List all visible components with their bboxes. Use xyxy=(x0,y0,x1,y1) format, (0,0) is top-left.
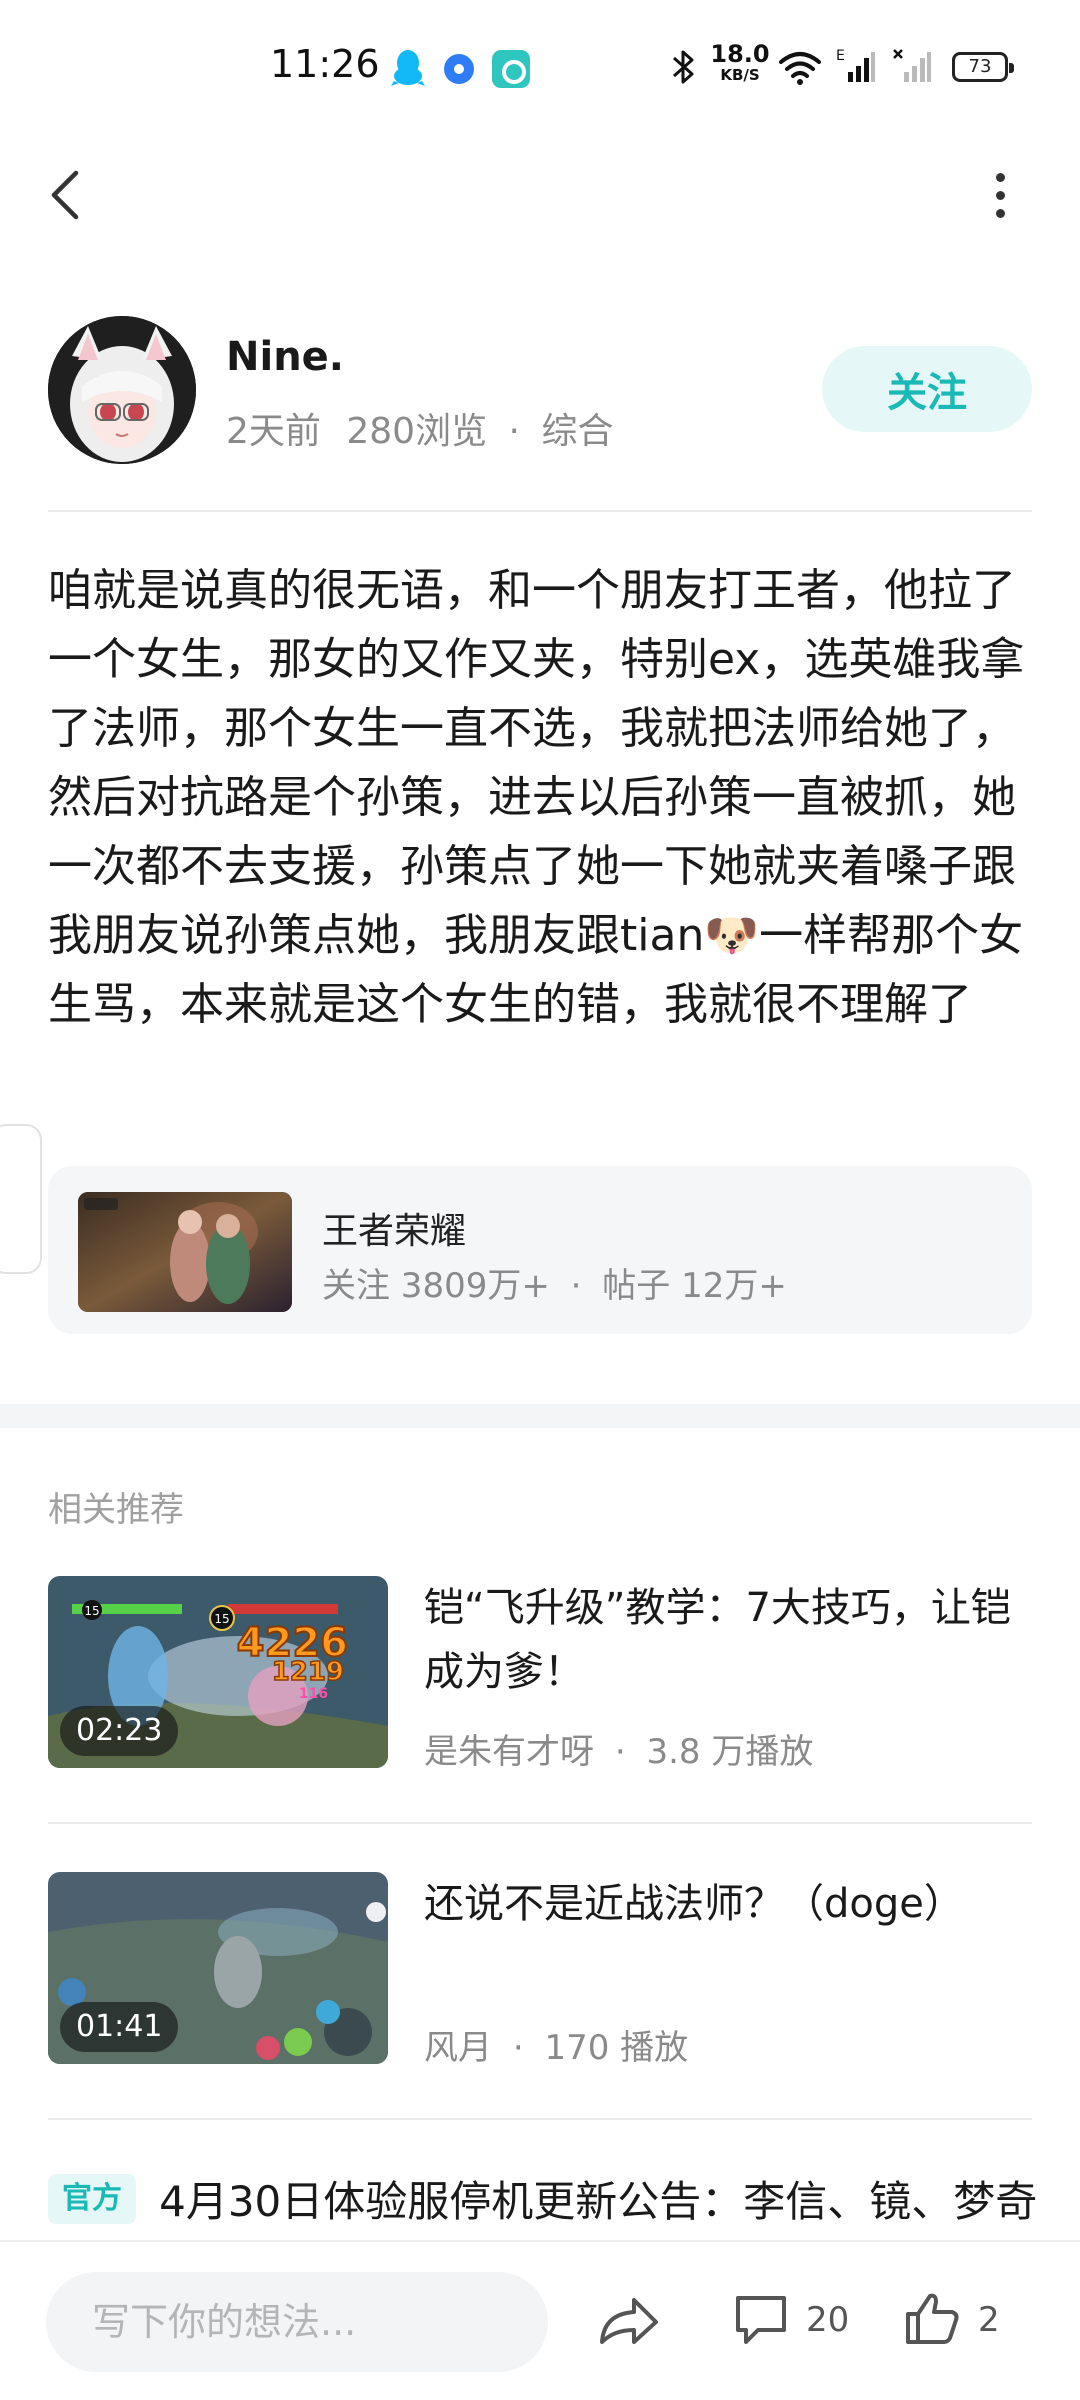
signal-icon: E xyxy=(836,48,875,82)
svg-text:1219: 1219 xyxy=(272,1657,344,1687)
qq-icon xyxy=(391,50,425,86)
back-button[interactable] xyxy=(40,160,90,230)
battery-icon: 73 xyxy=(952,52,1014,82)
comment-icon xyxy=(736,2296,786,2344)
post-content: 咱就是说真的很无语，和一个朋友打王者，他拉了一个女生，那女的又作又夹，特别ex，… xyxy=(48,565,1025,1030)
post-category[interactable]: 综合 xyxy=(541,411,613,452)
official-announcement[interactable]: 官方 4月30日体验服停机更新公告：李信、镜、梦奇 xyxy=(48,2168,1058,2232)
video-item[interactable]: 01:41 还说不是近战法师？（doge） 风月 · 170 播放 xyxy=(48,1872,1032,2068)
more-vertical-icon xyxy=(995,172,1005,182)
video-author: 风月 xyxy=(424,2028,492,2068)
share-icon xyxy=(600,2298,658,2344)
no-signal-icon xyxy=(893,49,931,82)
like-button[interactable]: 2 xyxy=(902,2282,1032,2358)
post-views: 280浏览 xyxy=(346,411,488,452)
video-author: 是朱有才呀 xyxy=(424,1732,594,1772)
status-time: 11:26 xyxy=(270,42,380,86)
topic-posts: 帖子 12万+ xyxy=(602,1266,787,1306)
like-count: 2 xyxy=(978,2300,1000,2340)
avatar[interactable] xyxy=(48,316,196,464)
app-square-icon xyxy=(492,50,530,88)
chevron-left-icon xyxy=(51,170,79,220)
topic-thumbnail xyxy=(78,1192,292,1312)
wifi-icon xyxy=(779,52,821,85)
official-badge: 官方 xyxy=(48,2173,136,2224)
signal-label: E xyxy=(836,48,845,64)
comment-input[interactable]: 写下你的想法... xyxy=(46,2272,548,2372)
post-time: 2天前 xyxy=(226,411,321,452)
topic-followers: 关注 3809万+ xyxy=(322,1266,550,1306)
more-button[interactable] xyxy=(980,160,1020,230)
video-thumbnail: 01:41 xyxy=(48,1872,388,2064)
comment-button[interactable]: 20 xyxy=(732,2286,872,2358)
topic-card[interactable]: 王者荣耀 关注 3809万+ · 帖子 12万+ xyxy=(48,1166,1032,1334)
divider xyxy=(48,510,1032,512)
section-separator xyxy=(0,1404,1080,1428)
video-meta: 风月 · 170 播放 xyxy=(424,2028,689,2068)
comment-count: 20 xyxy=(806,2300,850,2340)
topic-name: 王者荣耀 xyxy=(322,1211,467,1252)
video-duration: 01:41 xyxy=(60,2002,179,2052)
svg-text:15: 15 xyxy=(214,1612,229,1626)
video-item[interactable]: 15 15 4226 1219 116 02:23 铠“飞升级”教学：7大技巧，… xyxy=(48,1576,1032,1772)
recommend-title: 相关推荐 xyxy=(48,1490,184,1530)
divider xyxy=(48,2118,1032,2120)
app-circle-icon xyxy=(444,54,474,84)
divider xyxy=(48,1822,1032,1824)
status-bar: 11:26 18.0 KB/S E 73 xyxy=(0,0,1080,120)
post-meta: 2天前 280浏览 · 综合 xyxy=(226,411,614,452)
video-plays: 3.8 万播放 xyxy=(646,1732,814,1772)
net-speed: 18.0 KB/S xyxy=(710,40,770,84)
video-plays: 170 播放 xyxy=(544,2028,689,2068)
share-button[interactable] xyxy=(594,2290,664,2354)
video-meta: 是朱有才呀 · 3.8 万播放 xyxy=(424,1732,814,1772)
topic-stats: 关注 3809万+ · 帖子 12万+ xyxy=(322,1266,787,1306)
video-title: 铠“飞升级”教学：7大技巧，让铠成为爹！ xyxy=(424,1585,1011,1695)
bluetooth-icon xyxy=(673,50,694,84)
thumbs-up-icon xyxy=(906,2293,959,2344)
svg-text:15: 15 xyxy=(84,1604,99,1618)
follow-button[interactable]: 关注 xyxy=(822,346,1032,432)
video-duration: 02:23 xyxy=(60,1706,179,1756)
video-title: 还说不是近战法师？（doge） xyxy=(424,1881,964,1927)
bottom-action-bar: 写下你的想法... 20 2 xyxy=(0,2240,1080,2400)
video-thumbnail: 15 15 4226 1219 116 02:23 xyxy=(48,1576,388,1768)
side-tab-handle[interactable] xyxy=(0,1124,42,1274)
svg-text:116: 116 xyxy=(299,1686,328,1702)
author-name[interactable]: Nine. xyxy=(226,334,344,380)
official-title: 4月30日体验服停机更新公告：李信、镜、梦奇 xyxy=(159,2177,1038,2226)
